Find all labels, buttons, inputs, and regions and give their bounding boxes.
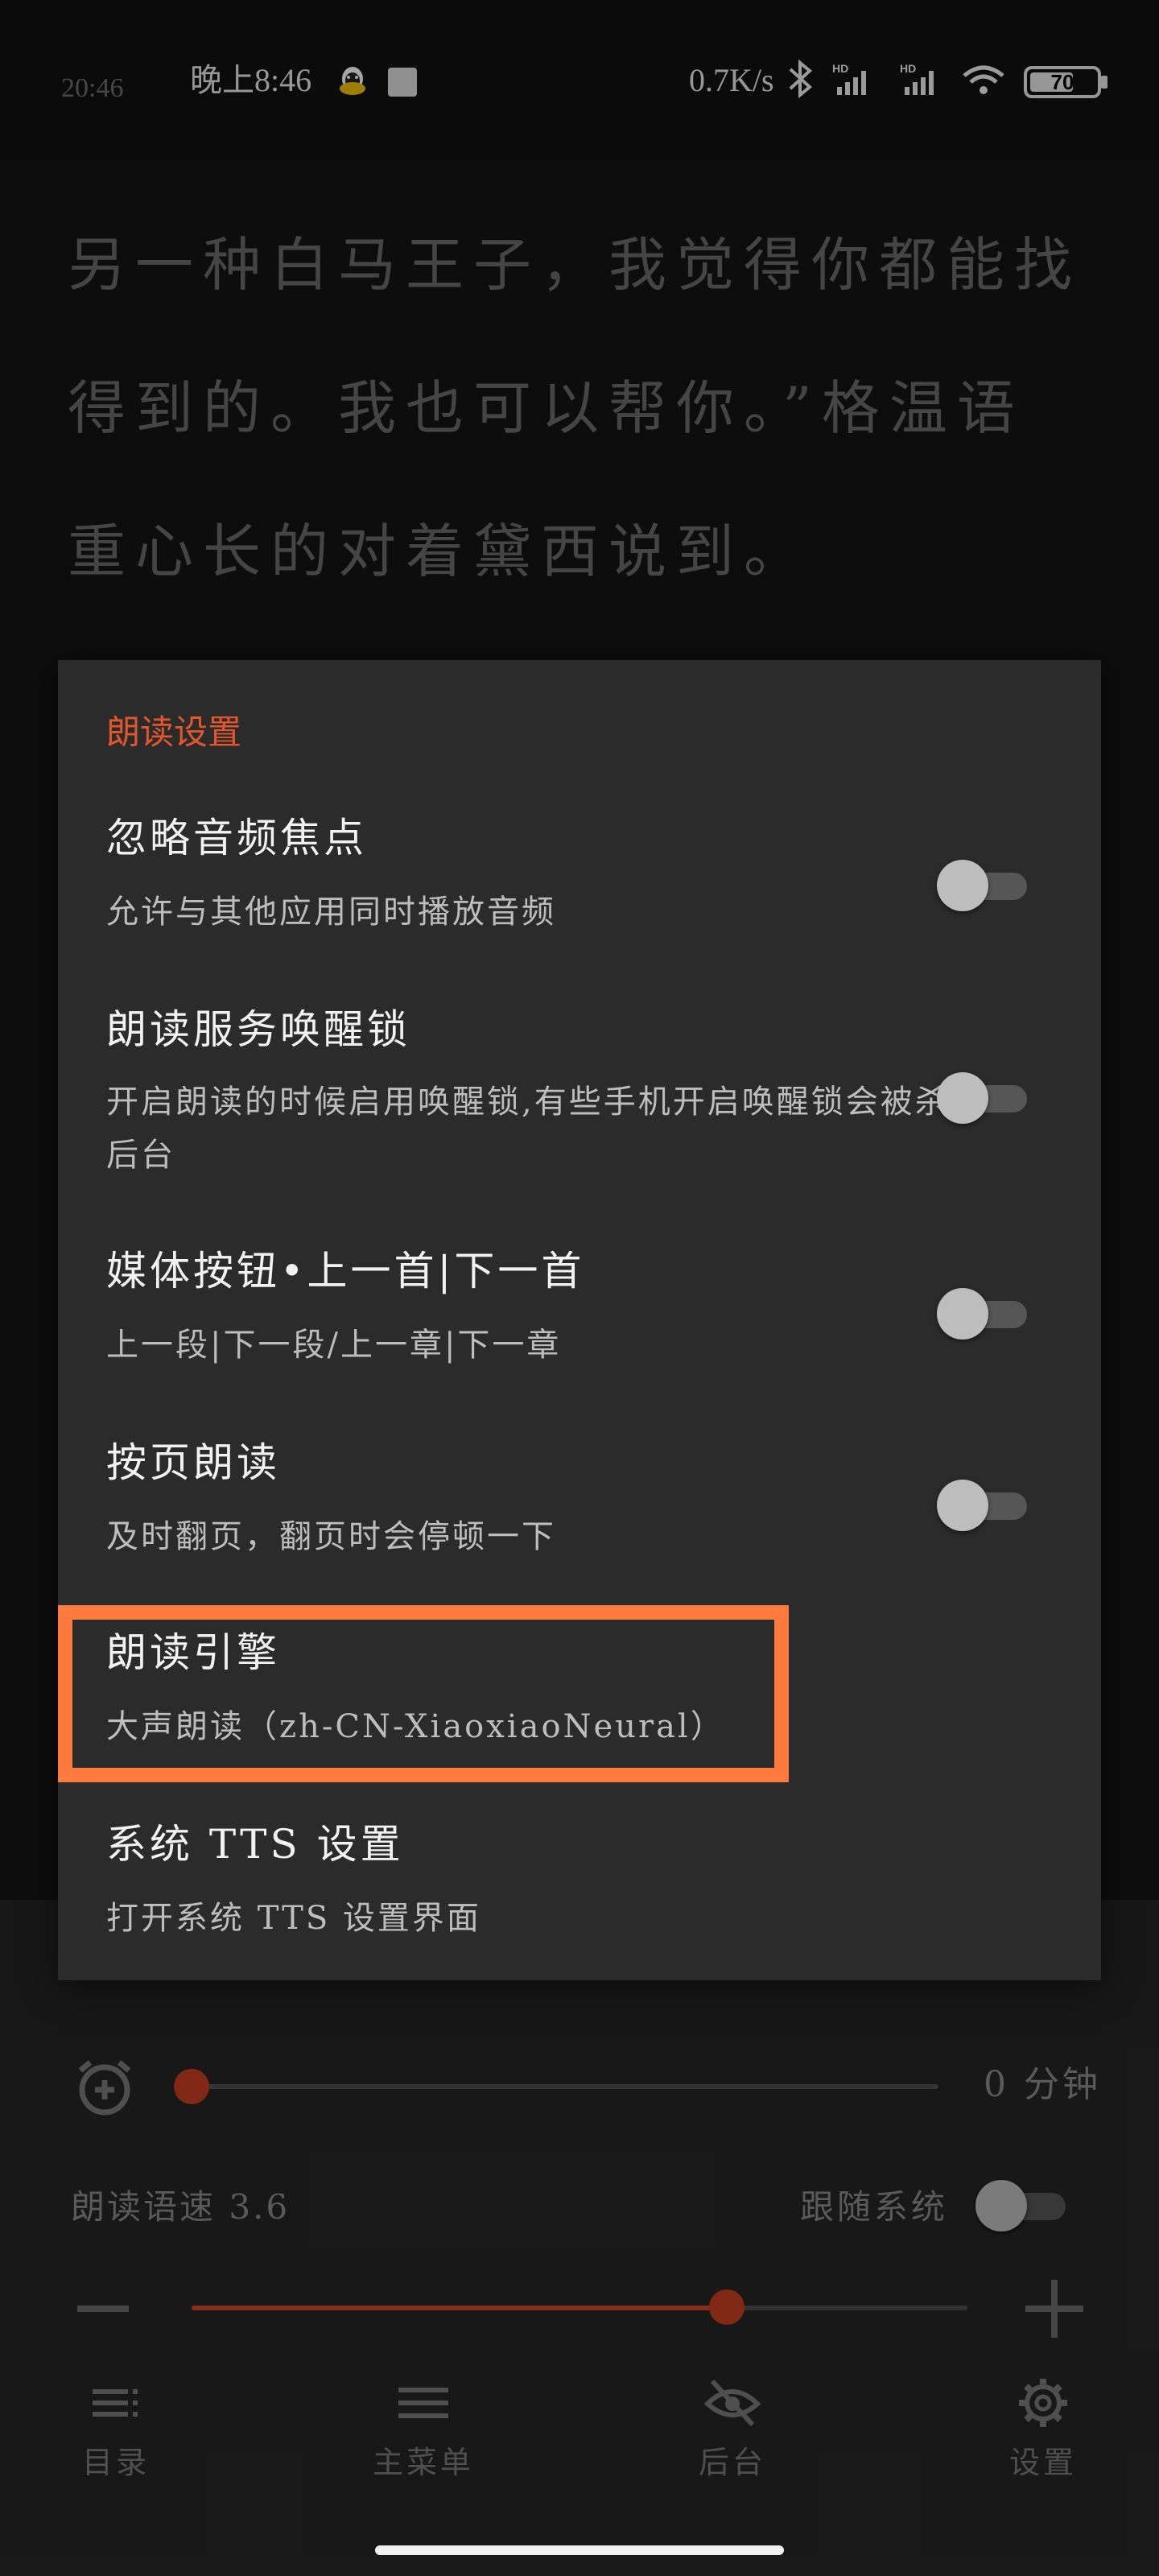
pref-wake-lock[interactable]: 朗读服务唤醒锁 开启朗读的时候启用唤醒锁,有些手机开启唤醒锁会被杀后台 bbox=[58, 1001, 1101, 1219]
pref-system-tts-settings[interactable]: 系统 TTS 设置 打开系统 TTS 设置界面 bbox=[58, 1816, 1101, 1977]
pref-media-buttons[interactable]: 媒体按钮•上一首|下一首 上一段|下一段/上一章|下一章 bbox=[58, 1243, 1101, 1404]
ignore-audio-focus-toggle[interactable] bbox=[937, 860, 1027, 911]
read-aloud-settings-dialog: 朗读设置 忽略音频焦点 允许与其他应用同时播放音频 朗读服务唤醒锁 开启朗读的时… bbox=[58, 660, 1101, 1980]
media-buttons-toggle[interactable] bbox=[937, 1288, 1027, 1340]
read-by-page-toggle[interactable] bbox=[937, 1480, 1027, 1531]
wake-lock-toggle[interactable] bbox=[937, 1072, 1027, 1124]
highlight-box bbox=[58, 1605, 789, 1782]
pref-summary: 及时翻页，翻页时会停顿一下 bbox=[106, 1518, 556, 1555]
pref-summary: 打开系统 TTS 设置界面 bbox=[106, 1900, 481, 1937]
pref-title: 按页朗读 bbox=[106, 1439, 280, 1486]
pref-ignore-audio-focus[interactable]: 忽略音频焦点 允许与其他应用同时播放音频 bbox=[58, 810, 1101, 971]
pref-read-by-page[interactable]: 按页朗读 及时翻页，翻页时会停顿一下 bbox=[58, 1435, 1101, 1596]
home-indicator[interactable] bbox=[375, 2545, 784, 2555]
dialog-title: 朗读设置 bbox=[106, 712, 242, 752]
pref-title: 忽略音频焦点 bbox=[106, 815, 367, 861]
pref-title: 朗读服务唤醒锁 bbox=[106, 1006, 410, 1053]
pref-summary: 上一段|下一段/上一章|下一章 bbox=[106, 1327, 562, 1364]
pref-title: 系统 TTS 设置 bbox=[106, 1821, 404, 1868]
pref-summary: 开启朗读的时候启用唤醒锁,有些手机开启唤醒锁会被杀后台 bbox=[106, 1084, 950, 1174]
pref-summary: 允许与其他应用同时播放音频 bbox=[106, 894, 556, 931]
pref-title: 媒体按钮•上一首|下一首 bbox=[106, 1248, 585, 1294]
